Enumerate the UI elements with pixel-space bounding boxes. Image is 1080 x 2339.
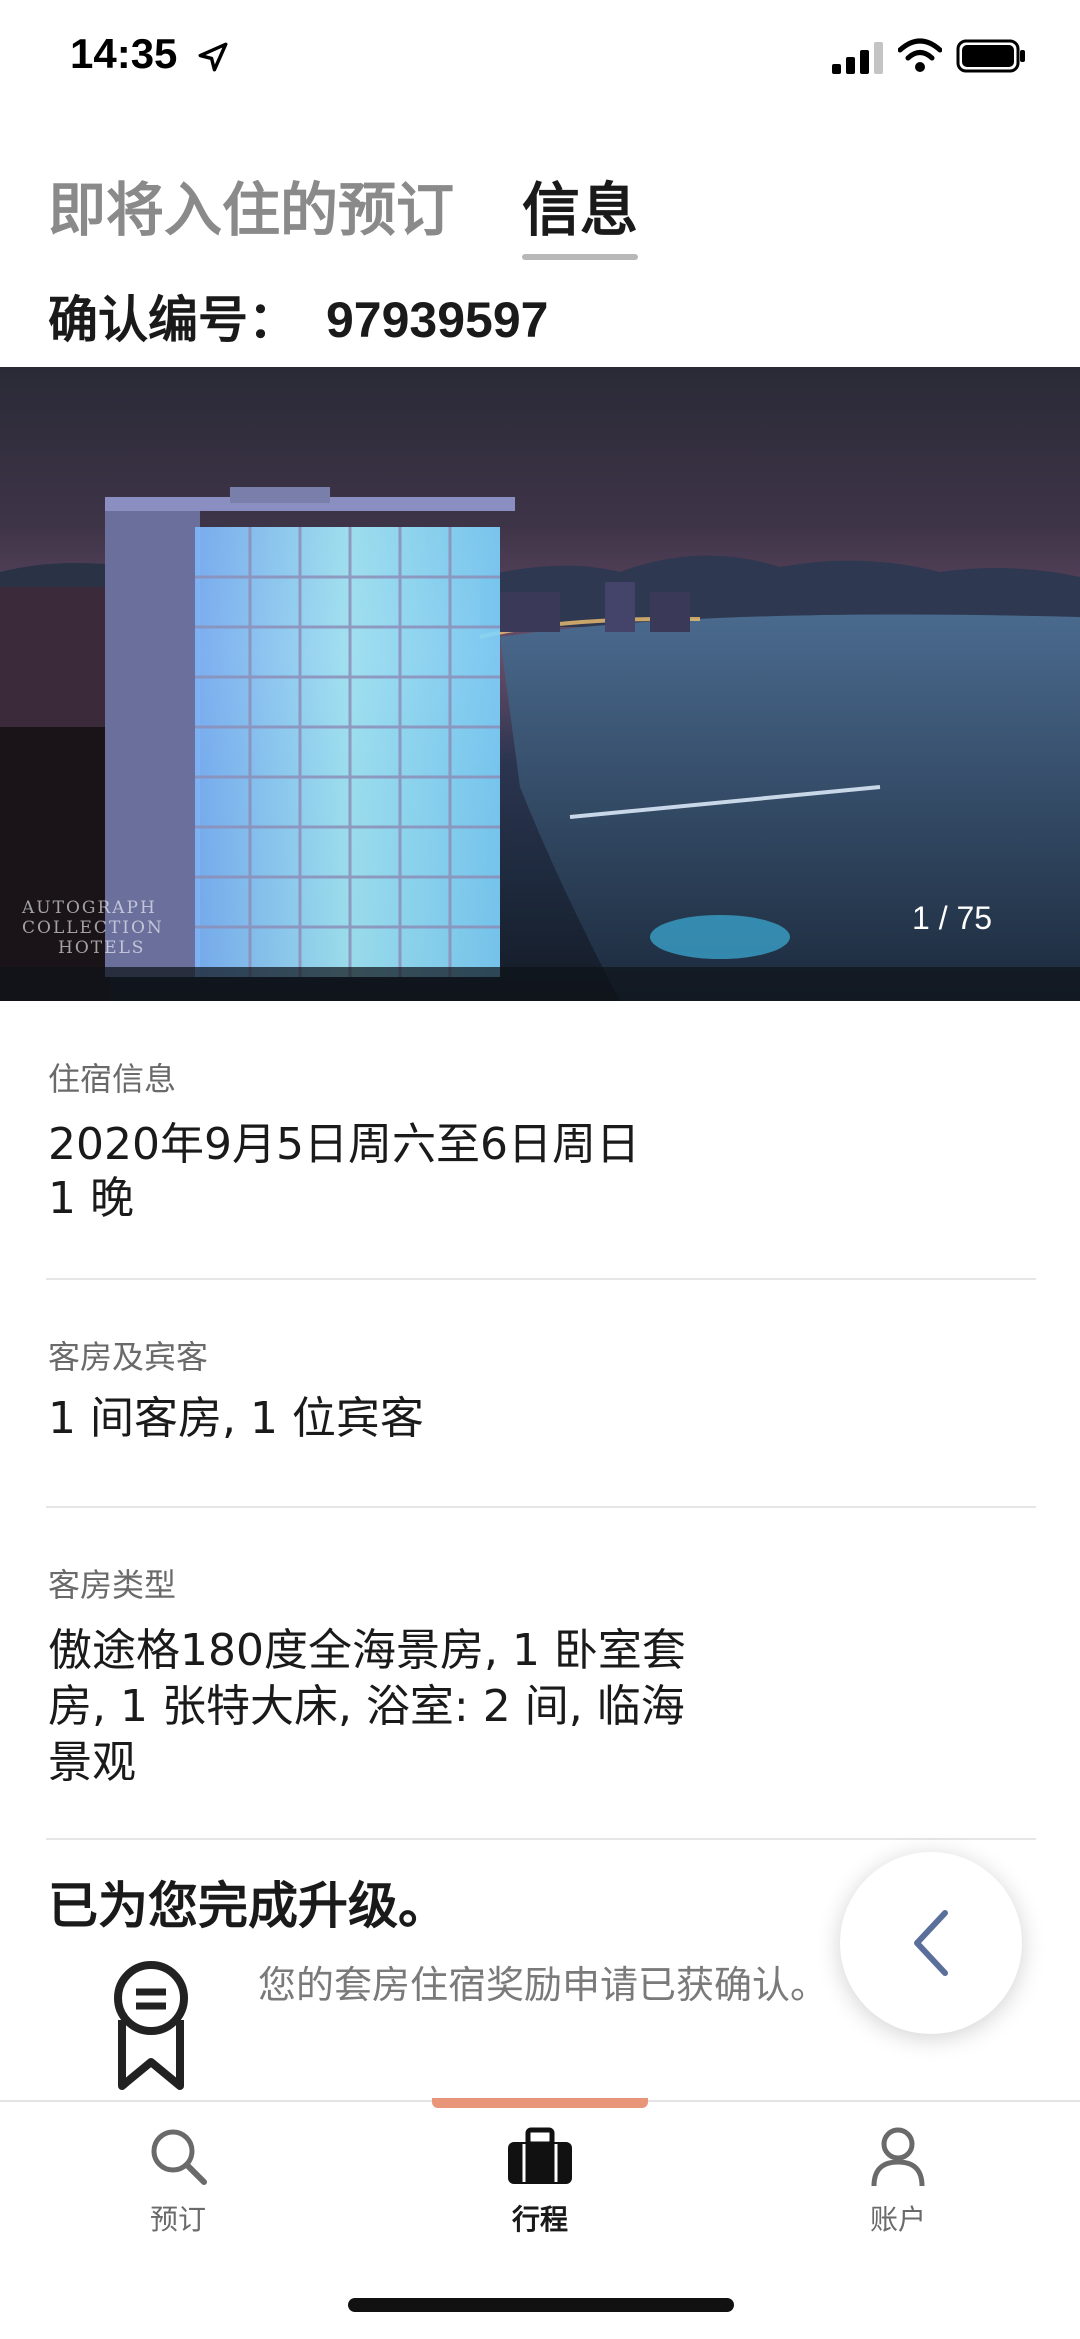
brand-line-3: HOTELS bbox=[58, 938, 146, 958]
stay-info-label: 住宿信息 bbox=[48, 1060, 177, 1098]
upgrade-title: 已为您完成升级。 bbox=[48, 1877, 448, 1935]
wifi-icon bbox=[898, 38, 942, 72]
home-indicator[interactable] bbox=[348, 2298, 734, 2312]
award-ribbon-icon bbox=[114, 1961, 188, 2090]
photo-counter: 1 / 75 bbox=[912, 900, 993, 936]
briefcase-icon bbox=[508, 2127, 572, 2184]
stay-dates: 2020年9月5日周六至6日周日 bbox=[48, 1119, 640, 1170]
confirmation-number: 确认编号： 97939597 bbox=[48, 290, 548, 350]
nav-item-account[interactable]: 账户 bbox=[798, 2124, 998, 2238]
divider bbox=[46, 1838, 1036, 1840]
room-type-line-3: 景观 bbox=[48, 1737, 136, 1788]
nav-item-bookings[interactable]: 预订 bbox=[78, 2124, 278, 2238]
location-arrow-icon bbox=[198, 42, 228, 72]
chevron-left-icon bbox=[914, 1910, 948, 1976]
cellular-signal-icon bbox=[832, 42, 883, 74]
active-tab-indicator bbox=[522, 254, 638, 260]
brand-watermark: AUTOGRAPH COLLECTION HOTELS bbox=[22, 898, 164, 958]
rooms-guests-label: 客房及宾客 bbox=[48, 1338, 209, 1376]
active-nav-indicator bbox=[432, 2098, 648, 2108]
nav-item-trips[interactable]: 行程 bbox=[440, 2124, 640, 2238]
brand-line-1: AUTOGRAPH bbox=[22, 898, 157, 918]
room-type-line-1: 傲途格180度全海景房, 1 卧室套 bbox=[48, 1625, 686, 1676]
battery-icon bbox=[956, 39, 1025, 73]
tab-upcoming-bookings[interactable]: 即将入住的预订 bbox=[48, 170, 454, 250]
nav-label-trips: 行程 bbox=[511, 2203, 568, 2236]
confirmation-label: 确认编号： bbox=[48, 291, 298, 349]
top-tabs: 即将入住的预订 信息 bbox=[48, 170, 1028, 270]
nav-label-bookings: 预订 bbox=[149, 2203, 206, 2236]
hotel-photo[interactable]: AUTOGRAPH COLLECTION HOTELS 1 / 75 bbox=[0, 367, 1080, 1001]
room-type-label: 客房类型 bbox=[48, 1566, 177, 1604]
status-time: 14:35 bbox=[70, 30, 178, 77]
status-bar: 14:35 bbox=[0, 0, 1080, 115]
nav-label-account: 账户 bbox=[869, 2203, 926, 2236]
room-type-line-2: 房, 1 张特大床, 浴室: 2 间, 临海 bbox=[48, 1681, 685, 1732]
confirmation-value: 97939597 bbox=[326, 292, 549, 348]
rooms-guests-value: 1 间客房, 1 位宾客 bbox=[48, 1393, 424, 1444]
brand-line-2: COLLECTION bbox=[22, 918, 164, 938]
stay-nights: 1 晚 bbox=[48, 1173, 134, 1224]
tab-info[interactable]: 信息 bbox=[522, 170, 638, 250]
search-icon bbox=[151, 2129, 207, 2185]
back-button[interactable] bbox=[840, 1852, 1022, 2034]
person-icon bbox=[871, 2127, 925, 2187]
divider bbox=[46, 1506, 1036, 1508]
upgrade-description: 您的套房住宿奖励申请已获确认。 bbox=[258, 1963, 829, 2007]
divider bbox=[46, 1278, 1036, 1280]
